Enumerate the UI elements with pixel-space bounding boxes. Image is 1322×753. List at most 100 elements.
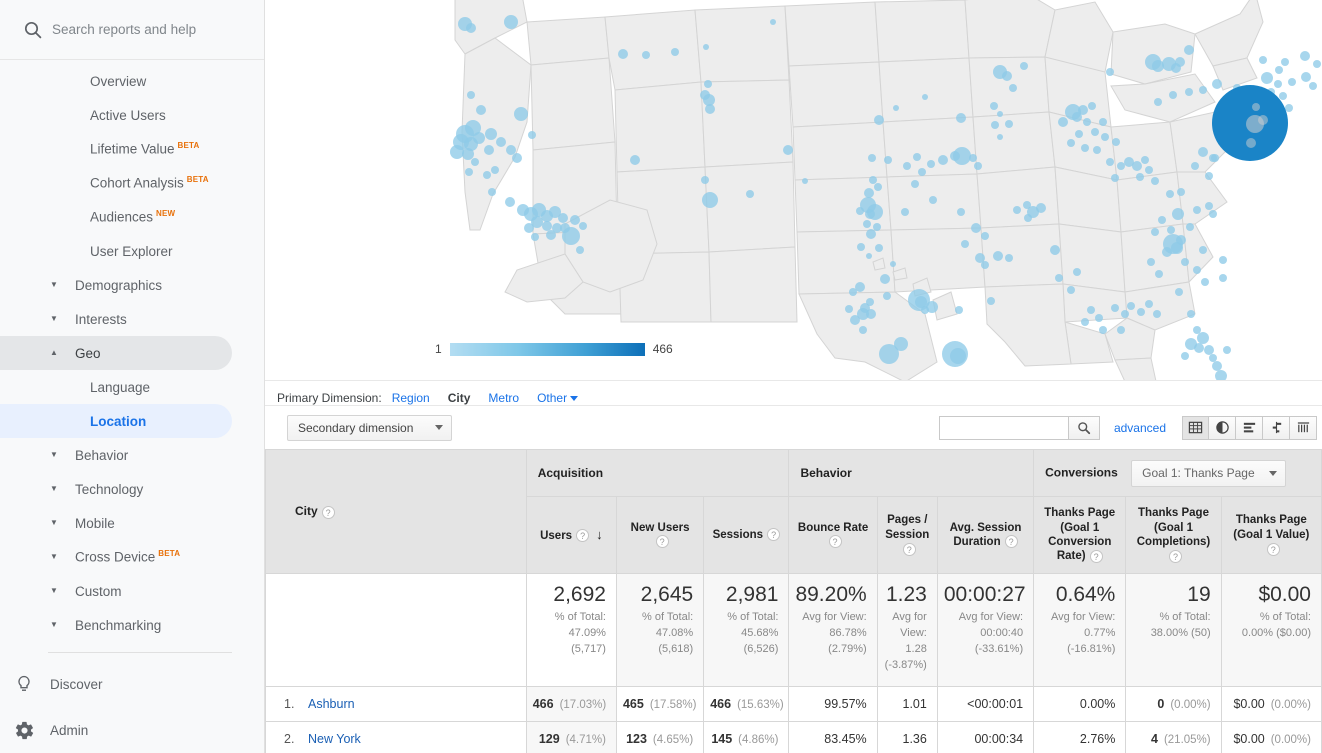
pivot-view-icon[interactable]: [1290, 416, 1317, 440]
column-header-sessions[interactable]: Sessions?: [704, 497, 789, 574]
help-icon[interactable]: ?: [1090, 550, 1103, 563]
sidebar-item-label: Demographics: [75, 278, 162, 293]
chevron-down-icon: ▼: [48, 315, 60, 323]
table-row[interactable]: 1.Ashburn466(17.03%)465(17.58%)466(15.63…: [266, 687, 1322, 722]
column-header-users[interactable]: Users?↓: [526, 497, 616, 574]
chevron-down-icon: ▼: [48, 485, 60, 493]
row-metric-value: 129: [539, 732, 560, 746]
table-search-button[interactable]: [1069, 416, 1100, 440]
sidebar-item-location[interactable]: Location: [0, 404, 232, 438]
advanced-link[interactable]: advanced: [1114, 421, 1166, 435]
summary-dimension-cell: [266, 574, 527, 687]
row-metric-cell: 4 (21.05%): [1126, 722, 1221, 753]
us-map[interactable]: [265, 0, 1322, 381]
row-rank: 2.: [284, 732, 308, 746]
row-metric-cell: <00:00:01: [937, 687, 1033, 722]
summary-subtext: Avg for View:0.77%(-16.81%): [1040, 610, 1115, 658]
summary-subtext-line: 1.28: [884, 642, 927, 658]
sidebar-item-user-explorer[interactable]: User Explorer: [0, 234, 232, 268]
row-metric-percent: (4.65%): [653, 734, 693, 746]
summary-subtext-line: 86.78%: [795, 626, 866, 642]
summary-subtext-line: (5,618): [623, 642, 693, 658]
column-header-city-label: City: [295, 504, 318, 518]
summary-value: 2,981: [710, 582, 778, 608]
primary-dimension-other[interactable]: Other: [537, 391, 578, 405]
column-header-goal1-value[interactable]: Thanks Page (Goal 1 Value)?: [1221, 497, 1321, 574]
sidebar-item-overview[interactable]: Overview: [0, 64, 232, 98]
sidebar-item-interests[interactable]: ▼Interests: [0, 302, 232, 336]
sidebar-item-geo[interactable]: ▲Geo: [0, 336, 232, 370]
help-icon[interactable]: ?: [1005, 535, 1018, 548]
help-icon[interactable]: ?: [903, 543, 916, 556]
geo-map-panel[interactable]: 1 466: [265, 0, 1322, 381]
help-icon[interactable]: ?: [1169, 550, 1182, 563]
search-input[interactable]: [52, 22, 237, 37]
summary-value: 0.64%: [1040, 582, 1115, 608]
sidebar-item-benchmarking[interactable]: ▼Benchmarking: [0, 608, 232, 642]
primary-dimension-region[interactable]: Region: [392, 391, 430, 405]
sidebar-item-technology[interactable]: ▼Technology: [0, 472, 232, 506]
row-metric-percent: (0.00%): [1271, 699, 1311, 711]
row-metric-cell: 466(15.63%): [704, 687, 789, 722]
search-icon: [1077, 421, 1091, 435]
sidebar-item-label: Overview: [90, 74, 146, 89]
goal-selector-label: Goal 1: Thanks Page: [1142, 466, 1255, 480]
summary-cell: 89.20%Avg for View:86.78%(2.79%): [789, 574, 877, 687]
summary-cell: $0.00% of Total:0.00% ($0.00): [1221, 574, 1321, 687]
column-header-goal1-conversion-rate[interactable]: Thanks Page (Goal 1 Conversion Rate)?: [1034, 497, 1126, 574]
primary-dimension-metro[interactable]: Metro: [488, 391, 519, 405]
row-metric-percent: (21.05%): [1164, 734, 1211, 746]
table-row[interactable]: 2.New York129(4.71%)123(4.65%)145(4.86%)…: [266, 722, 1322, 753]
help-icon[interactable]: ?: [829, 535, 842, 548]
pie-chart-view-icon[interactable]: [1209, 416, 1236, 440]
column-header-users-label: Users: [540, 530, 572, 542]
performance-view-icon[interactable]: [1236, 416, 1263, 440]
row-metric-cell: 129(4.71%): [526, 722, 616, 753]
help-icon[interactable]: ?: [1267, 543, 1280, 556]
help-icon[interactable]: ?: [576, 529, 589, 542]
column-header-goal1-completions[interactable]: Thanks Page (Goal 1 Completions)?: [1126, 497, 1221, 574]
column-header-pages-session[interactable]: Pages / Session?: [877, 497, 937, 574]
primary-dimension-city[interactable]: City: [448, 391, 471, 405]
sidebar-item-cross-device[interactable]: ▼Cross DeviceBETA: [0, 540, 232, 574]
sidebar-item-custom[interactable]: ▼Custom: [0, 574, 232, 608]
summary-value: 2,645: [623, 582, 693, 608]
help-icon[interactable]: ?: [767, 528, 780, 541]
sidebar-item-lifetime-value[interactable]: Lifetime ValueBETA: [0, 132, 232, 166]
sidebar-item-admin[interactable]: Admin: [0, 707, 264, 753]
help-icon[interactable]: ?: [656, 535, 669, 548]
summary-cell: 2,981% of Total:45.68%(6,526): [704, 574, 789, 687]
summary-subtext-line: % of Total:: [533, 610, 606, 626]
row-metric-value: $0.00: [1233, 732, 1264, 746]
table-body: 2,692% of Total:47.09%(5,717)2,645% of T…: [266, 574, 1322, 753]
sidebar-item-audiences[interactable]: AudiencesNEW: [0, 200, 232, 234]
column-header-avg-session-duration[interactable]: Avg. Session Duration?: [937, 497, 1033, 574]
row-city-link[interactable]: Ashburn: [308, 697, 355, 711]
sidebar-item-behavior[interactable]: ▼Behavior: [0, 438, 232, 472]
row-metric-value: 145: [711, 732, 732, 746]
secondary-dimension-dropdown[interactable]: Secondary dimension: [287, 415, 452, 441]
column-header-sessions-label: Sessions: [713, 529, 764, 541]
chevron-down-icon: ▼: [48, 587, 60, 595]
comparison-view-icon[interactable]: [1263, 416, 1290, 440]
row-city-link[interactable]: New York: [308, 732, 361, 746]
row-metric-value: 465: [623, 697, 644, 711]
row-metric-value: 4: [1151, 732, 1158, 746]
table-view-icon[interactable]: [1182, 416, 1209, 440]
help-icon[interactable]: ?: [322, 506, 335, 519]
sidebar-item-language[interactable]: Language: [0, 370, 232, 404]
sidebar-item-cohort-analysis[interactable]: Cohort AnalysisBETA: [0, 166, 232, 200]
summary-subtext: Avg for View:86.78%(2.79%): [795, 610, 866, 658]
sidebar-item-active-users[interactable]: Active Users: [0, 98, 232, 132]
row-metric-percent: (17.03%): [560, 699, 607, 711]
column-header-new-users[interactable]: New Users?: [616, 497, 703, 574]
sidebar-item-discover[interactable]: Discover: [0, 661, 264, 707]
table-search-input[interactable]: [939, 416, 1069, 440]
column-header-city[interactable]: City?: [266, 450, 527, 574]
goal-selector-dropdown[interactable]: Goal 1: Thanks Page: [1131, 460, 1286, 487]
sidebar-item-mobile[interactable]: ▼Mobile: [0, 506, 232, 540]
row-metric-value: 00:00:34: [974, 732, 1023, 746]
sidebar-item-demographics[interactable]: ▼Demographics: [0, 268, 232, 302]
column-header-goal1-conversion-rate-label: Thanks Page (Goal 1 Conversion Rate): [1044, 507, 1115, 562]
column-header-bounce-rate[interactable]: Bounce Rate?: [789, 497, 877, 574]
